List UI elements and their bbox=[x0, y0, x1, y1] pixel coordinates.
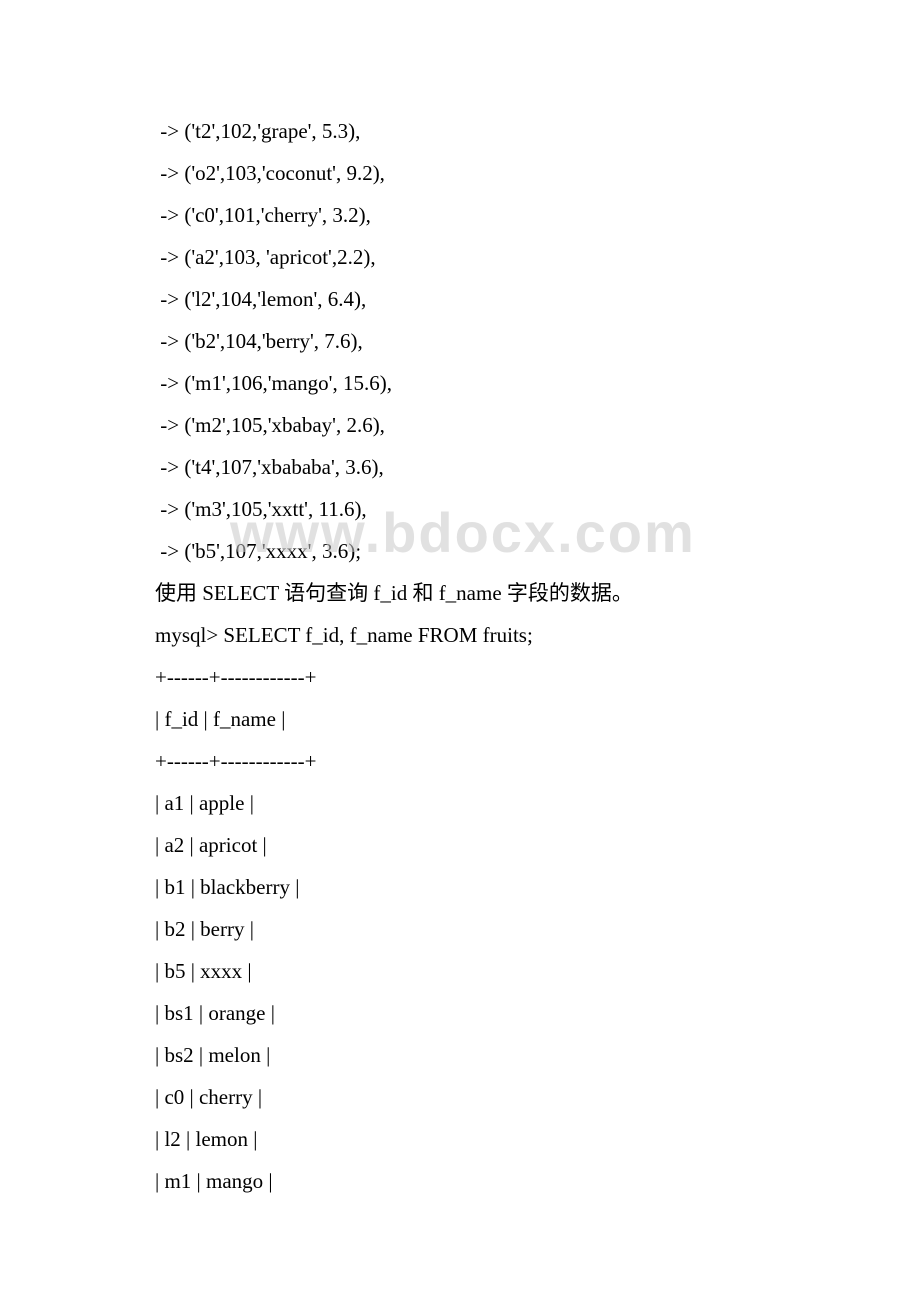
code-line: -> ('m3',105,'xxtt', 11.6), bbox=[155, 488, 920, 530]
code-line: -> ('t2',102,'grape', 5.3), bbox=[155, 110, 920, 152]
table-row: | c0 | cherry | bbox=[155, 1076, 920, 1118]
table-row: | b2 | berry | bbox=[155, 908, 920, 950]
table-row: | l2 | lemon | bbox=[155, 1118, 920, 1160]
code-line: -> ('b5',107,'xxxx', 3.6); bbox=[155, 530, 920, 572]
table-header-line: | f_id | f_name | bbox=[155, 698, 920, 740]
table-border-line: +------+------------+ bbox=[155, 740, 920, 782]
table-row: | m1 | mango | bbox=[155, 1160, 920, 1202]
description-line: 使用 SELECT 语句查询 f_id 和 f_name 字段的数据。 bbox=[155, 572, 920, 614]
code-line: -> ('a2',103, 'apricot',2.2), bbox=[155, 236, 920, 278]
table-row: | b1 | blackberry | bbox=[155, 866, 920, 908]
table-row: | b5 | xxxx | bbox=[155, 950, 920, 992]
code-line: mysql> SELECT f_id, f_name FROM fruits; bbox=[155, 614, 920, 656]
table-row: | bs1 | orange | bbox=[155, 992, 920, 1034]
code-line: -> ('t4',107,'xbababa', 3.6), bbox=[155, 446, 920, 488]
table-row: | a1 | apple | bbox=[155, 782, 920, 824]
code-line: -> ('m1',106,'mango', 15.6), bbox=[155, 362, 920, 404]
code-line: -> ('m2',105,'xbabay', 2.6), bbox=[155, 404, 920, 446]
code-line: -> ('c0',101,'cherry', 3.2), bbox=[155, 194, 920, 236]
code-line: -> ('b2',104,'berry', 7.6), bbox=[155, 320, 920, 362]
document-content: -> ('t2',102,'grape', 5.3), -> ('o2',103… bbox=[155, 110, 920, 1202]
code-line: -> ('o2',103,'coconut', 9.2), bbox=[155, 152, 920, 194]
table-row: | a2 | apricot | bbox=[155, 824, 920, 866]
table-border-line: +------+------------+ bbox=[155, 656, 920, 698]
table-row: | bs2 | melon | bbox=[155, 1034, 920, 1076]
code-line: -> ('l2',104,'lemon', 6.4), bbox=[155, 278, 920, 320]
